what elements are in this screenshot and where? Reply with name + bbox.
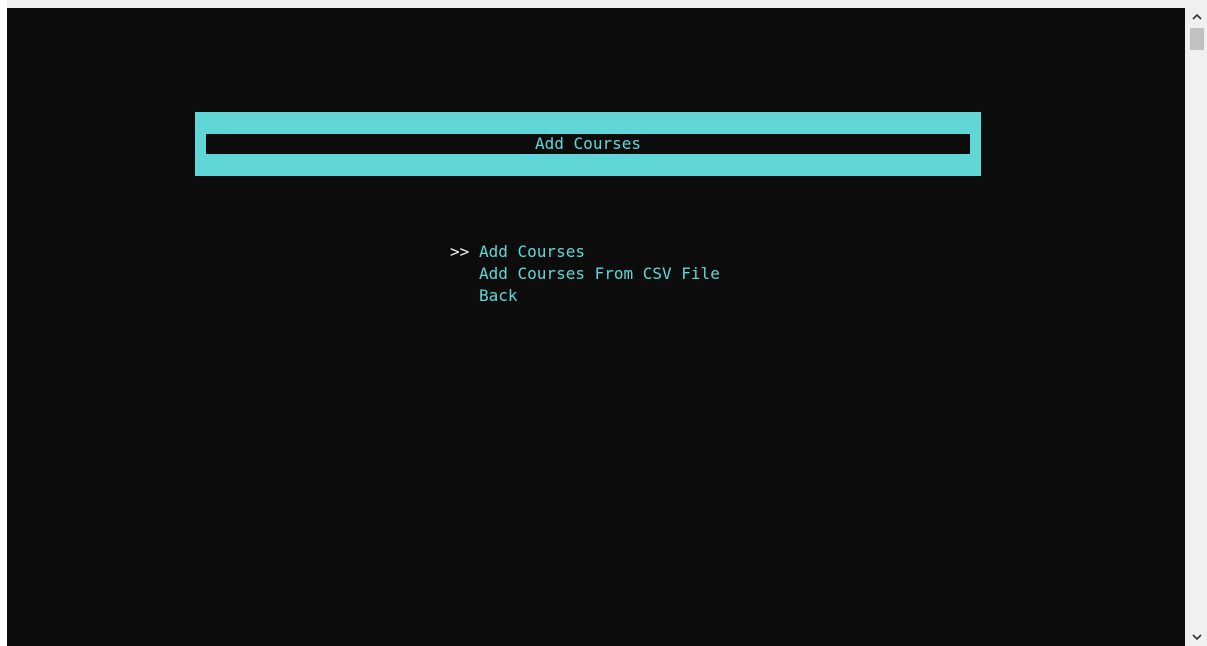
- title-banner: Add Courses: [195, 112, 981, 176]
- menu-item-label: Add Courses: [479, 242, 585, 261]
- page-title: Add Courses: [535, 134, 641, 153]
- menu-item-add-courses-from-csv[interactable]: Add Courses From CSV File: [450, 263, 720, 285]
- cursor-spacer: [450, 285, 479, 307]
- window-edge: [0, 0, 7, 646]
- menu-item-add-courses[interactable]: >> Add Courses: [450, 241, 720, 263]
- menu-item-label: Back: [479, 286, 518, 305]
- vertical-scrollbar[interactable]: [1187, 8, 1207, 646]
- chevron-up-icon: [1192, 13, 1202, 20]
- cursor-spacer: [450, 263, 479, 285]
- selection-cursor: >>: [450, 242, 470, 261]
- scroll-down-button[interactable]: [1187, 628, 1207, 646]
- scroll-up-button[interactable]: [1187, 8, 1207, 26]
- chevron-down-icon: [1192, 634, 1202, 641]
- menu-item-label: Add Courses From CSV File: [479, 264, 720, 283]
- console-area: Add Courses >> Add Courses Add Courses F…: [7, 8, 1185, 646]
- course-menu: >> Add Courses Add Courses From CSV File…: [450, 241, 720, 307]
- console-window: Add Courses >> Add Courses Add Courses F…: [0, 0, 1207, 646]
- title-bar: Add Courses: [206, 134, 970, 154]
- menu-item-back[interactable]: Back: [450, 285, 720, 307]
- scroll-thumb[interactable]: [1190, 28, 1204, 50]
